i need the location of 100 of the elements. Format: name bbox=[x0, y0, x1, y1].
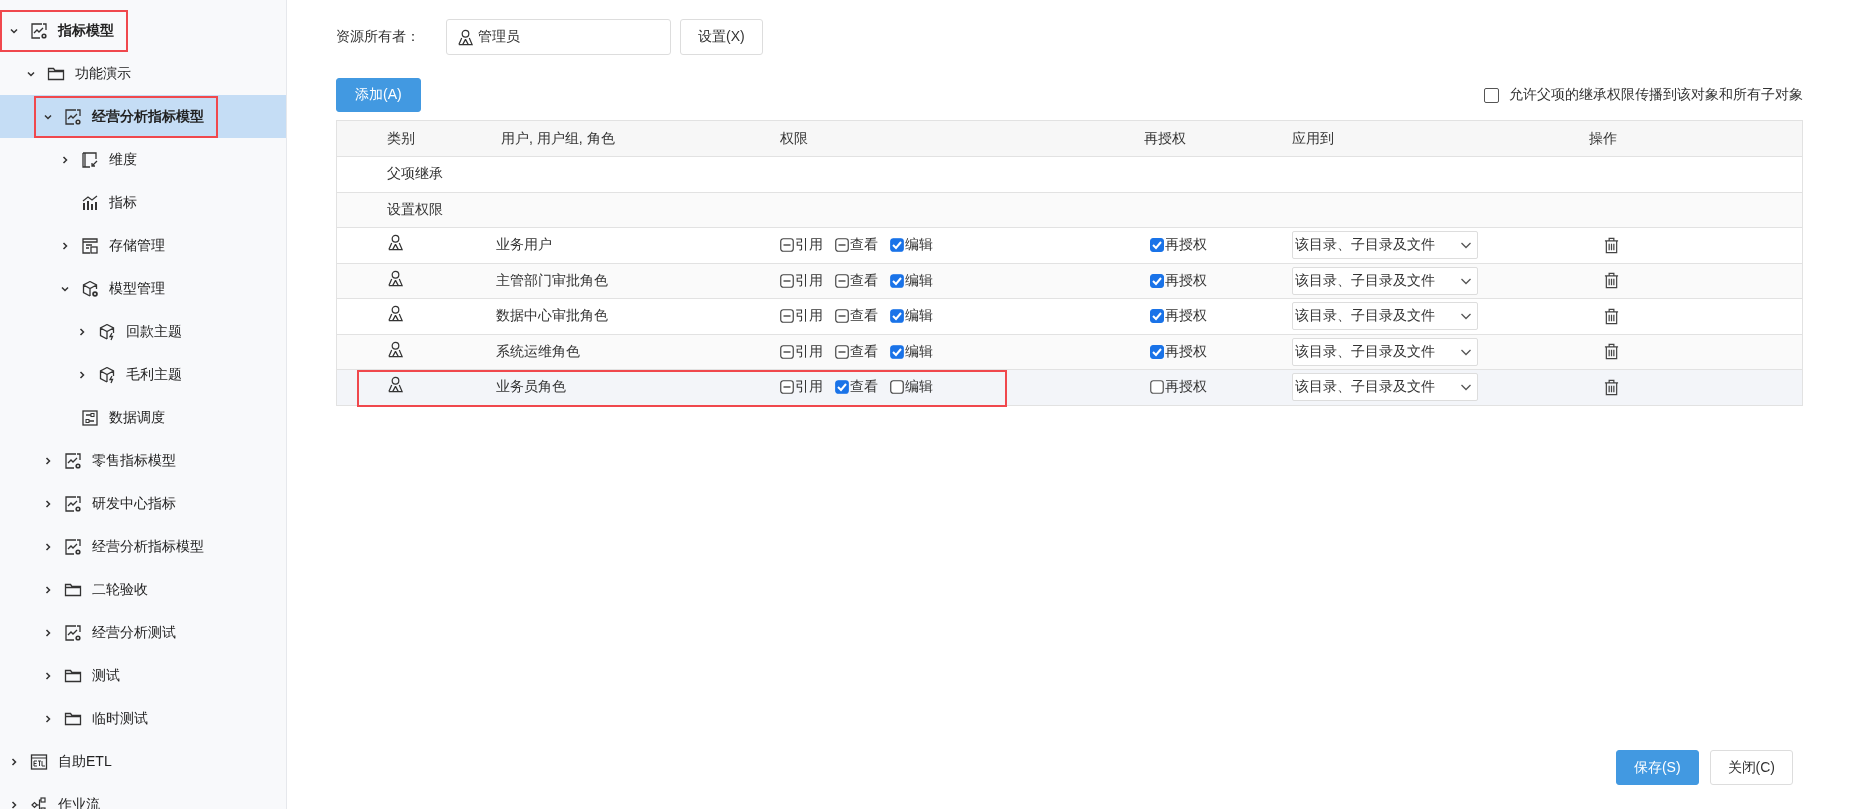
apply-to-dropdown[interactable]: 该目录、子目录及文件 bbox=[1292, 266, 1478, 295]
checkbox[interactable] bbox=[780, 344, 794, 359]
tree-item[interactable]: 经营分析指标模型 bbox=[36, 527, 216, 566]
chevron-right-icon[interactable] bbox=[43, 584, 53, 595]
permission-label: 查看 bbox=[850, 378, 878, 397]
permission-label: 引用 bbox=[795, 378, 823, 397]
checkbox[interactable] bbox=[890, 344, 904, 359]
regrant-label: 再授权 bbox=[1165, 307, 1207, 326]
permission-label: 编辑 bbox=[905, 271, 933, 290]
apply-to-dropdown[interactable]: 该目录、子目录及文件 bbox=[1292, 373, 1478, 402]
tree-item[interactable]: 零售指标模型 bbox=[36, 441, 188, 480]
delete-icon[interactable] bbox=[1604, 378, 1619, 396]
permission-label: 引用 bbox=[795, 342, 823, 361]
tree-item[interactable]: 指标 bbox=[53, 183, 149, 222]
checkbox[interactable] bbox=[835, 344, 849, 359]
user-name: 系统运维角色 bbox=[496, 342, 580, 361]
checkbox[interactable] bbox=[835, 273, 849, 288]
tree-item[interactable]: 临时测试 bbox=[36, 699, 160, 738]
permission-label: 引用 bbox=[795, 307, 823, 326]
tree-item[interactable]: 二轮验收 bbox=[36, 570, 160, 609]
column-header: 用户, 用户组, 角色 bbox=[500, 129, 616, 148]
chevron-right-icon[interactable] bbox=[43, 627, 53, 638]
checkbox[interactable] bbox=[1150, 344, 1164, 359]
checkbox[interactable] bbox=[780, 309, 794, 324]
chevron-right-icon[interactable] bbox=[43, 455, 53, 466]
apply-to-dropdown[interactable]: 该目录、子目录及文件 bbox=[1292, 337, 1478, 366]
chevron-right-icon[interactable] bbox=[60, 240, 70, 251]
checkbox[interactable] bbox=[1150, 273, 1164, 288]
etl-icon bbox=[30, 752, 48, 771]
chevron-right-icon[interactable] bbox=[43, 713, 53, 724]
set-button[interactable]: 设置(X) bbox=[680, 19, 763, 55]
regrant-label: 再授权 bbox=[1165, 236, 1207, 255]
storage-icon bbox=[81, 236, 99, 255]
permission-label: 查看 bbox=[850, 271, 878, 290]
chevron-right-icon[interactable] bbox=[9, 799, 19, 809]
chart-gear-icon bbox=[64, 623, 82, 642]
owner-label: 资源所有者： bbox=[336, 28, 421, 46]
inherit-checkbox[interactable]: 允许父项的继承权限传播到该对象和所有子对象 bbox=[1484, 86, 1803, 104]
tree-item[interactable]: 模型管理 bbox=[53, 269, 177, 308]
checkbox[interactable] bbox=[890, 273, 904, 288]
delete-icon[interactable] bbox=[1604, 272, 1619, 290]
permission-label: 编辑 bbox=[905, 342, 933, 361]
tree-item[interactable]: 维度 bbox=[53, 140, 149, 179]
chart-gear-icon bbox=[64, 537, 82, 556]
chevron-right-icon[interactable] bbox=[60, 154, 70, 165]
chevron-right-icon[interactable] bbox=[9, 756, 19, 767]
checkbox[interactable] bbox=[835, 238, 849, 253]
tree-item[interactable]: 指标模型 bbox=[2, 11, 126, 50]
tree-item[interactable]: 研发中心指标 bbox=[36, 484, 188, 523]
tree-item[interactable]: 毛利主题 bbox=[70, 355, 194, 394]
owner-field[interactable]: 管理员 bbox=[446, 19, 671, 55]
column-header: 再授权 bbox=[1144, 129, 1187, 148]
apply-to-dropdown[interactable]: 该目录、子目录及文件 bbox=[1292, 302, 1478, 331]
user-name: 业务用户 bbox=[496, 236, 552, 255]
checkbox[interactable] bbox=[1150, 238, 1164, 253]
checkbox[interactable] bbox=[780, 380, 794, 395]
tree-item[interactable]: 经营分析测试 bbox=[36, 613, 188, 652]
delete-icon[interactable] bbox=[1604, 343, 1619, 361]
checkbox[interactable] bbox=[890, 380, 904, 395]
chevron-right-icon[interactable] bbox=[43, 498, 53, 509]
checkbox[interactable] bbox=[780, 238, 794, 253]
dimension-icon bbox=[81, 150, 99, 169]
flow-icon bbox=[30, 795, 48, 809]
delete-icon[interactable] bbox=[1604, 307, 1619, 325]
tree-item[interactable]: 功能演示 bbox=[19, 54, 143, 93]
permission-label: 编辑 bbox=[905, 236, 933, 255]
checkbox[interactable] bbox=[1150, 380, 1164, 395]
permission-label: 引用 bbox=[795, 271, 823, 290]
close-button[interactable]: 关闭(C) bbox=[1709, 750, 1793, 785]
tree-item[interactable]: 回款主题 bbox=[70, 312, 194, 351]
chart-gear-icon bbox=[64, 494, 82, 513]
cube-bolt-icon bbox=[98, 365, 116, 384]
section-label: 设置权限 bbox=[386, 200, 444, 219]
column-header: 操作 bbox=[1589, 129, 1618, 148]
checkbox[interactable] bbox=[1150, 309, 1164, 324]
chevron-right-icon[interactable] bbox=[43, 670, 53, 681]
checkbox[interactable] bbox=[835, 309, 849, 324]
section-label: 父项继承 bbox=[386, 165, 444, 184]
column-header: 类别 bbox=[386, 129, 416, 148]
tree-item[interactable]: 自助ETL bbox=[2, 742, 124, 781]
regrant-label: 再授权 bbox=[1165, 271, 1207, 290]
chevron-right-icon[interactable] bbox=[77, 369, 87, 380]
cube-bolt-icon bbox=[98, 322, 116, 341]
user-name: 业务员角色 bbox=[496, 378, 566, 397]
chart-gear-icon bbox=[30, 21, 48, 40]
checkbox[interactable] bbox=[890, 238, 904, 253]
chevron-right-icon[interactable] bbox=[43, 541, 53, 552]
tree-item[interactable]: 存储管理 bbox=[53, 226, 177, 265]
checkbox[interactable] bbox=[780, 273, 794, 288]
chevron-right-icon[interactable] bbox=[77, 326, 87, 337]
delete-icon[interactable] bbox=[1604, 236, 1619, 254]
bar-chart-icon bbox=[81, 193, 99, 212]
tree-item[interactable]: 经营分析指标模型 bbox=[36, 97, 216, 136]
checkbox[interactable] bbox=[835, 380, 849, 395]
checkbox[interactable] bbox=[890, 309, 904, 324]
tree-item[interactable]: 数据调度 bbox=[53, 398, 177, 437]
apply-to-dropdown[interactable]: 该目录、子目录及文件 bbox=[1292, 231, 1478, 260]
column-header: 权限 bbox=[780, 129, 809, 148]
tree-item[interactable]: 测试 bbox=[36, 656, 132, 695]
user-icon bbox=[387, 376, 404, 393]
